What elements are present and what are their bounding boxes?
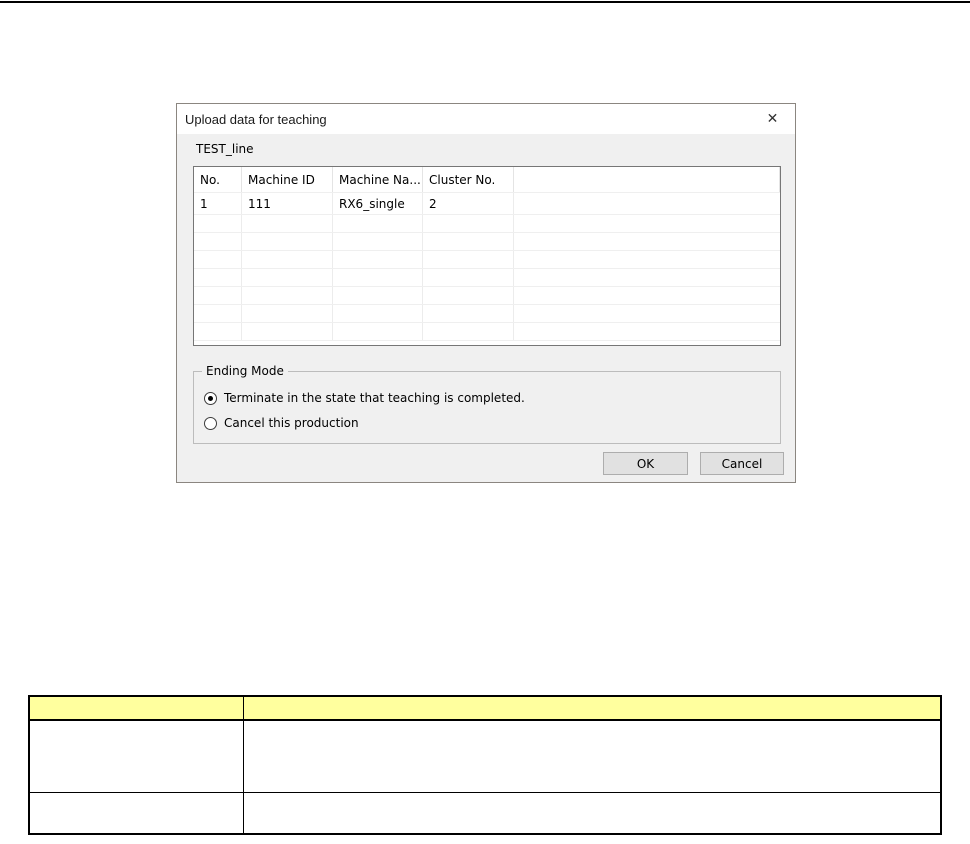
machine-column-header[interactable]: Machine Na...	[333, 167, 423, 192]
dialog-title: Upload data for teaching	[185, 111, 327, 127]
ending-mode-groupbox: Ending Mode Terminate in the state that …	[193, 364, 781, 444]
table-row	[28, 719, 942, 793]
table-cell	[28, 791, 244, 835]
explanation-table	[28, 695, 942, 835]
table-cell	[242, 719, 942, 793]
machine-cell	[194, 233, 242, 250]
radio-option-terminate[interactable]: Terminate in the state that teaching is …	[204, 388, 780, 408]
ending-mode-legend: Ending Mode	[202, 364, 288, 378]
ok-button[interactable]: OK	[603, 452, 688, 475]
radio-button-icon[interactable]	[204, 416, 217, 430]
machine-cell	[333, 251, 423, 268]
table-row	[28, 791, 942, 835]
machine-cell	[242, 251, 333, 268]
machine-cell	[194, 269, 242, 286]
machine-cell	[514, 233, 780, 250]
machine-cell	[423, 233, 514, 250]
radio-option-cancel-production[interactable]: Cancel this production	[204, 413, 780, 433]
machine-column-header[interactable]: Machine ID	[242, 167, 333, 192]
machine-cell	[423, 269, 514, 286]
machine-cell	[194, 305, 242, 322]
machine-cell	[333, 323, 423, 340]
machine-table-row[interactable]: 1 111 RX6_single 2	[194, 193, 780, 215]
machine-table-empty-row[interactable]	[194, 251, 780, 269]
machine-column-header[interactable]: No.	[194, 167, 242, 192]
machine-cell: 111	[242, 193, 333, 214]
machine-table-empty-row[interactable]	[194, 233, 780, 251]
table-header-row	[28, 695, 942, 721]
dialog-titlebar[interactable]: Upload data for teaching ✕	[177, 104, 795, 134]
machine-cell	[514, 269, 780, 286]
machine-cell	[333, 215, 423, 232]
machine-cell	[194, 323, 242, 340]
table-header-cell	[28, 695, 244, 721]
machine-cell	[242, 215, 333, 232]
machine-cell	[514, 305, 780, 322]
machine-cell	[514, 287, 780, 304]
machine-cell	[333, 287, 423, 304]
machine-table-header: No. Machine ID Machine Na... Cluster No.	[194, 167, 780, 193]
machine-cell	[514, 251, 780, 268]
page-top-rule	[0, 1, 970, 3]
machine-cell	[423, 215, 514, 232]
cancel-button[interactable]: Cancel	[700, 452, 784, 475]
machine-cell	[514, 323, 780, 340]
machine-table[interactable]: No. Machine ID Machine Na... Cluster No. 11…	[193, 166, 781, 346]
radio-button-icon[interactable]	[204, 391, 217, 405]
upload-data-dialog: Upload data for teaching ✕ TEST_line No.…	[176, 103, 796, 483]
radio-label: Terminate in the state that teaching is …	[224, 391, 525, 405]
machine-cell	[333, 233, 423, 250]
machine-table-empty-row[interactable]	[194, 269, 780, 287]
table-cell	[28, 719, 244, 793]
machine-cell	[423, 305, 514, 322]
machine-cell	[242, 269, 333, 286]
machine-cell	[423, 251, 514, 268]
machine-cell: RX6_single	[333, 193, 423, 214]
machine-cell	[194, 215, 242, 232]
machine-cell: 2	[423, 193, 514, 214]
machine-cell	[514, 193, 780, 214]
machine-cell	[242, 305, 333, 322]
machine-cell	[514, 215, 780, 232]
machine-table-empty-row[interactable]	[194, 215, 780, 233]
machine-cell	[242, 233, 333, 250]
machine-cell	[333, 305, 423, 322]
line-name-label: TEST_line	[196, 142, 254, 156]
table-cell	[242, 791, 942, 835]
manual-page: Upload data for teaching ✕ TEST_line No.…	[0, 0, 970, 844]
machine-cell	[423, 287, 514, 304]
machine-column-header[interactable]: Cluster No.	[423, 167, 514, 192]
machine-cell: 1	[194, 193, 242, 214]
radio-label: Cancel this production	[224, 416, 359, 430]
machine-cell	[194, 287, 242, 304]
table-header-cell	[242, 695, 942, 721]
machine-cell	[194, 251, 242, 268]
machine-cell	[423, 323, 514, 340]
machine-table-empty-row[interactable]	[194, 287, 780, 305]
machine-cell	[333, 269, 423, 286]
machine-table-empty-row[interactable]	[194, 305, 780, 323]
close-icon[interactable]: ✕	[750, 104, 795, 134]
machine-cell	[242, 323, 333, 340]
machine-table-body: 1 111 RX6_single 2	[194, 193, 780, 341]
machine-cell	[242, 287, 333, 304]
machine-table-empty-row[interactable]	[194, 323, 780, 341]
machine-column-header[interactable]	[514, 167, 780, 192]
